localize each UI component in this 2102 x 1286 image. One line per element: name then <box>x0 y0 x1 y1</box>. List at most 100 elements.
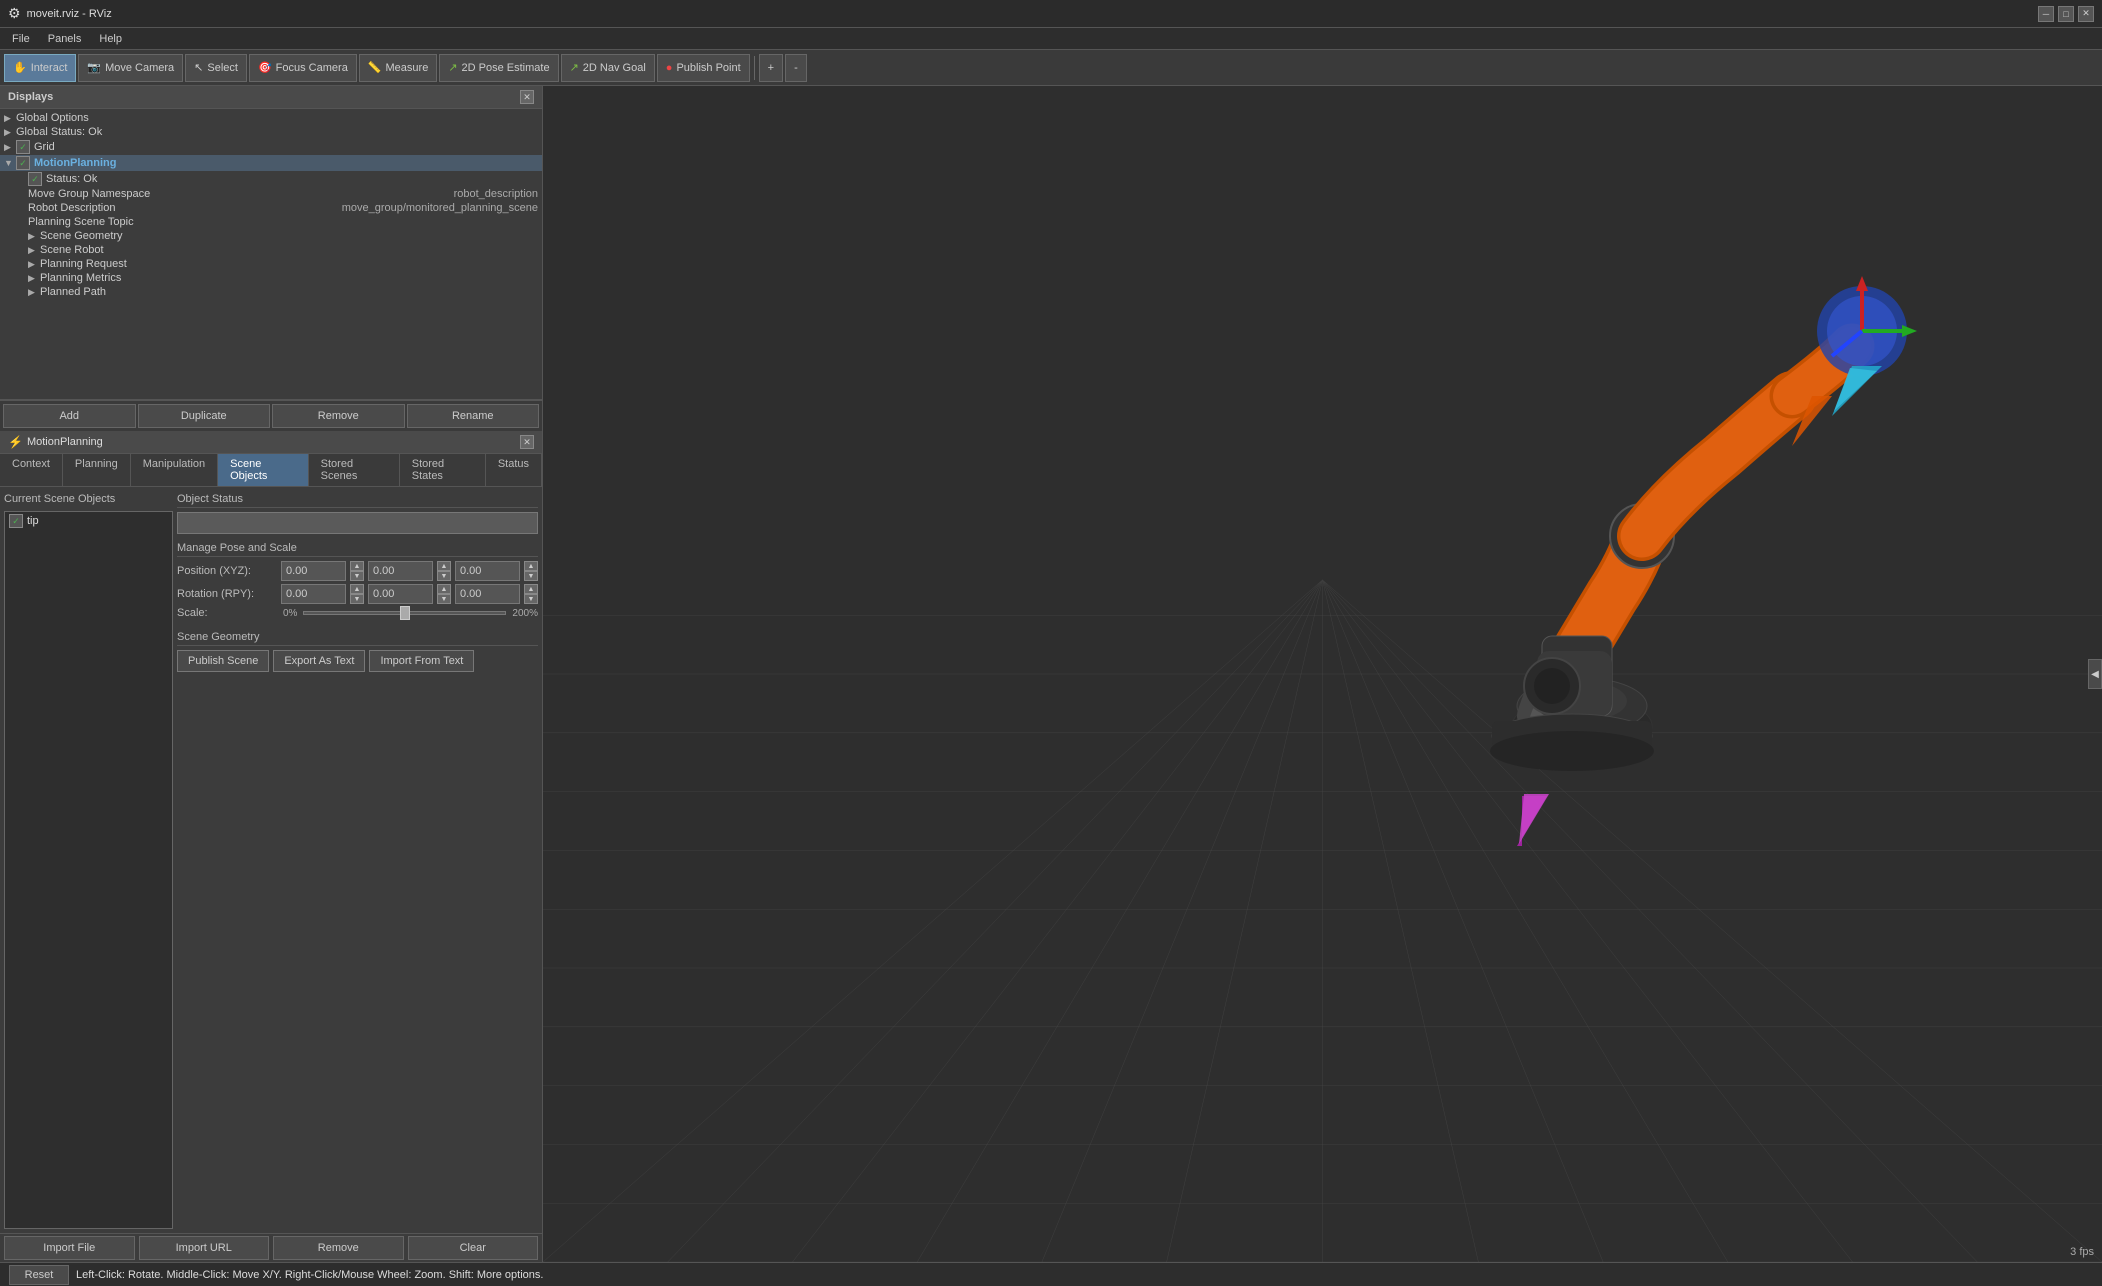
scene-geometry-buttons: Publish Scene Export As Text Import From… <box>177 650 538 672</box>
displays-title: Displays <box>8 91 53 103</box>
displays-close-button[interactable]: ✕ <box>520 90 534 104</box>
rename-display-button[interactable]: Rename <box>407 404 540 428</box>
tab-status[interactable]: Status <box>486 454 542 486</box>
rot-r-spinner[interactable]: ▲ ▼ <box>350 584 364 604</box>
publish-point-button[interactable]: ● Publish Point <box>657 54 750 82</box>
tree-item-move-group[interactable]: Move Group Namespace robot_description <box>0 187 542 201</box>
position-row: Position (XYZ): ▲ ▼ ▲ ▼ <box>177 561 538 581</box>
tree-item-status-ok[interactable]: Status: Ok <box>0 171 542 187</box>
mp-icon: ⚡ <box>8 435 23 449</box>
maximize-button[interactable]: □ <box>2058 6 2074 22</box>
pos-x-up[interactable]: ▲ <box>350 561 364 571</box>
scale-max-label: 200% <box>512 608 538 619</box>
pos-y-spinner[interactable]: ▲ ▼ <box>437 561 451 581</box>
rot-p-up[interactable]: ▲ <box>437 584 451 594</box>
reset-button[interactable]: Reset <box>9 1265 69 1285</box>
interact-button[interactable]: ✋ Interact <box>4 54 76 82</box>
rotation-r-input[interactable] <box>281 584 346 604</box>
close-button[interactable]: ✕ <box>2078 6 2094 22</box>
rot-y-down[interactable]: ▼ <box>524 594 538 604</box>
pos-y-up[interactable]: ▲ <box>437 561 451 571</box>
export-as-text-button[interactable]: Export As Text <box>273 650 365 672</box>
tree-arrow: ▶ <box>4 113 16 124</box>
tree-item-planning-scene-topic[interactable]: Planning Scene Topic <box>0 215 542 229</box>
3d-viewport[interactable]: 3 fps ◀ <box>543 86 2102 1262</box>
tree-item-motion-planning[interactable]: ▼ MotionPlanning <box>0 155 542 171</box>
pos-z-down[interactable]: ▼ <box>524 571 538 581</box>
camera-icon: 📷 <box>87 61 101 74</box>
rot-r-down[interactable]: ▼ <box>350 594 364 604</box>
mp-panel-close-button[interactable]: ✕ <box>520 435 534 449</box>
tab-stored-scenes[interactable]: Stored Scenes <box>309 454 400 486</box>
pos-x-down[interactable]: ▼ <box>350 571 364 581</box>
tab-stored-states[interactable]: Stored States <box>400 454 486 486</box>
rot-r-up[interactable]: ▲ <box>350 584 364 594</box>
rotation-p-input[interactable] <box>368 584 433 604</box>
tree-item-scene-robot[interactable]: ▶ Scene Robot <box>0 243 542 257</box>
nav-goal-button[interactable]: ↗ 2D Nav Goal <box>561 54 655 82</box>
rotation-y-input[interactable] <box>455 584 520 604</box>
object-status-section: Object Status <box>177 491 538 534</box>
remove-object-button[interactable]: Remove <box>273 1236 404 1260</box>
nav-icon: ↗ <box>570 61 579 74</box>
tree-item-scene-geometry[interactable]: ▶ Scene Geometry <box>0 229 542 243</box>
tree-item-planned-path[interactable]: ▶ Planned Path <box>0 285 542 299</box>
minimize-button[interactable]: ─ <box>2038 6 2054 22</box>
tip-checkbox[interactable]: ✓ <box>9 514 23 528</box>
move-camera-button[interactable]: 📷 Move Camera <box>78 54 183 82</box>
mp-checkbox[interactable] <box>16 156 30 170</box>
tree-arrow: ▶ <box>4 127 16 138</box>
pos-z-up[interactable]: ▲ <box>524 561 538 571</box>
tree-item-planning-metrics[interactable]: ▶ Planning Metrics <box>0 271 542 285</box>
viewport-collapse-button[interactable]: ◀ <box>2088 659 2102 689</box>
tree-item-grid[interactable]: ▶ Grid <box>0 139 542 155</box>
clear-objects-button[interactable]: Clear <box>408 1236 539 1260</box>
position-z-input[interactable] <box>455 561 520 581</box>
menu-help[interactable]: Help <box>91 31 130 47</box>
rot-p-spinner[interactable]: ▲ ▼ <box>437 584 451 604</box>
mp-tab-content: Current Scene Objects ✓ tip Object St <box>0 487 542 1262</box>
status-checkbox[interactable] <box>28 172 42 186</box>
pos-x-spinner[interactable]: ▲ ▼ <box>350 561 364 581</box>
grid-checkbox[interactable] <box>16 140 30 154</box>
tree-item-global-status[interactable]: ▶ Global Status: Ok <box>0 125 542 139</box>
tree-item-planning-request[interactable]: ▶ Planning Request <box>0 257 542 271</box>
scale-slider[interactable] <box>303 611 506 615</box>
rot-y-up[interactable]: ▲ <box>524 584 538 594</box>
rot-y-spinner[interactable]: ▲ ▼ <box>524 584 538 604</box>
tree-item-robot-desc[interactable]: Robot Description move_group/monitored_p… <box>0 201 542 215</box>
ruler-icon: 📏 <box>368 61 382 74</box>
tab-context[interactable]: Context <box>0 454 63 486</box>
tab-scene-objects[interactable]: Scene Objects <box>218 454 309 486</box>
pos-z-spinner[interactable]: ▲ ▼ <box>524 561 538 581</box>
import-file-button[interactable]: Import File <box>4 1236 135 1260</box>
add-display-button[interactable]: Add <box>3 404 136 428</box>
toolbar-minus-button[interactable]: - <box>785 54 807 82</box>
position-y-input[interactable] <box>368 561 433 581</box>
rot-p-down[interactable]: ▼ <box>437 594 451 604</box>
tab-manipulation[interactable]: Manipulation <box>131 454 218 486</box>
focus-camera-button[interactable]: 🎯 Focus Camera <box>249 54 357 82</box>
pose-estimate-button[interactable]: ↗ 2D Pose Estimate <box>439 54 558 82</box>
pos-y-down[interactable]: ▼ <box>437 571 451 581</box>
manage-pose-section: Manage Pose and Scale Position (XYZ): ▲ … <box>177 540 538 623</box>
position-x-input[interactable] <box>281 561 346 581</box>
measure-button[interactable]: 📏 Measure <box>359 54 438 82</box>
toolbar-plus-button[interactable]: + <box>759 54 783 82</box>
menu-panels[interactable]: Panels <box>40 31 90 47</box>
duplicate-display-button[interactable]: Duplicate <box>138 404 271 428</box>
publish-scene-button[interactable]: Publish Scene <box>177 650 269 672</box>
tab-planning[interactable]: Planning <box>63 454 131 486</box>
import-url-button[interactable]: Import URL <box>139 1236 270 1260</box>
scene-object-tip[interactable]: ✓ tip <box>5 512 172 530</box>
scene-objects-body: Current Scene Objects ✓ tip Object St <box>0 487 542 1233</box>
tree-item-global-options[interactable]: ▶ Global Options <box>0 111 542 125</box>
menu-file[interactable]: File <box>4 31 38 47</box>
scene-geometry-title: Scene Geometry <box>177 629 538 646</box>
import-from-text-button[interactable]: Import From Text <box>369 650 474 672</box>
displays-header: Displays ✕ <box>0 86 542 109</box>
point-icon: ● <box>666 62 673 74</box>
select-button[interactable]: ↖ Select <box>185 54 247 82</box>
object-status-input[interactable] <box>177 512 538 534</box>
remove-display-button[interactable]: Remove <box>272 404 405 428</box>
